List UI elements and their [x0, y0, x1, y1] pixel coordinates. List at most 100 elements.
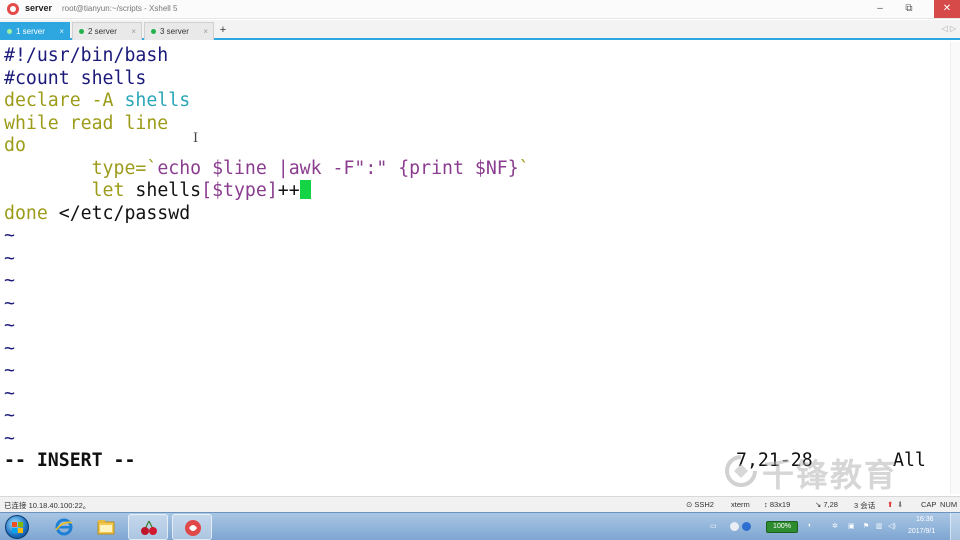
- system-tray: ▭ 100% ◐ ✲ ▣ ⚑ ▥ ◁) 16:36 2017/9/1: [708, 513, 960, 540]
- num-lock-indicator: NUM: [940, 500, 958, 509]
- cherry-icon: [141, 520, 157, 535]
- xshell-icon: [7, 3, 19, 15]
- code-token: [$type]: [201, 180, 278, 201]
- minimize-button[interactable]: –: [869, 0, 891, 18]
- session-tab-bar: 1 server × 2 server × 3 server × + ◁ ▷: [0, 20, 960, 40]
- terminal-type: xterm: [731, 500, 750, 509]
- help-icon[interactable]: [730, 522, 739, 531]
- code-line-5: do: [4, 135, 26, 156]
- empty-line-marker: ~: [4, 382, 15, 404]
- network-tray-icon[interactable]: [742, 522, 751, 531]
- terminal-area[interactable]: #!/usr/bin/bash #count shells declare -A…: [0, 42, 960, 496]
- vim-mode-indicator: -- INSERT --: [4, 450, 136, 471]
- empty-line-marker: ~: [4, 247, 15, 269]
- taskbar: ▭ 100% ◐ ✲ ▣ ⚑ ▥ ◁) 16:36 2017/9/1: [0, 512, 960, 540]
- empty-line-marker: ~: [4, 270, 15, 291]
- taskbar-xshell[interactable]: [172, 514, 212, 540]
- code-token: done: [4, 202, 59, 224]
- watermark: 千锋教育: [722, 450, 912, 494]
- windows-start-icon[interactable]: [5, 515, 29, 539]
- code-token: </etc/passwd: [58, 202, 191, 224]
- code-token: `: [518, 157, 530, 179]
- code-token: echo: [157, 157, 213, 179]
- clock-date[interactable]: 2017/9/1: [908, 528, 935, 535]
- taskbar-file-explorer[interactable]: [86, 514, 126, 540]
- internet-explorer-icon: [55, 518, 73, 536]
- vertical-scrollbar[interactable]: [950, 42, 960, 494]
- code-token: type=`: [91, 157, 158, 179]
- cursor-label: 7,28: [823, 500, 838, 509]
- connection-status: 已连接 10.18.40.100:22。: [4, 501, 91, 510]
- close-tab-icon[interactable]: ×: [203, 23, 208, 40]
- code-token: ":" {print $NF}: [354, 157, 519, 179]
- close-tab-icon[interactable]: ×: [131, 23, 136, 40]
- session-count: 3 会话: [854, 501, 876, 510]
- variable-shells: shells: [124, 90, 191, 111]
- code-token: shells: [135, 180, 202, 201]
- settings-icon[interactable]: ✲: [832, 522, 838, 530]
- terminal-size: ↕ 83x19: [764, 500, 791, 509]
- new-tab-button[interactable]: +: [216, 23, 230, 38]
- window-tab-label: server: [25, 3, 53, 13]
- taskbar-internet-explorer[interactable]: [44, 514, 84, 540]
- close-tab-icon[interactable]: ×: [59, 23, 64, 40]
- code-line-3: declare -A shells: [4, 90, 190, 113]
- empty-line-marker: ~: [4, 360, 15, 381]
- maximize-button[interactable]: ⧉: [898, 0, 920, 18]
- empty-line-marker: ~: [4, 292, 15, 314]
- volume-icon[interactable]: ◁): [888, 522, 896, 530]
- network-icon[interactable]: ▥: [876, 522, 883, 530]
- file-explorer-icon: [97, 520, 115, 535]
- keyword-declare: declare -A: [4, 90, 125, 111]
- size-label: 83x19: [769, 500, 791, 509]
- tab-scroll-arrows[interactable]: ◁ ▷: [941, 24, 956, 33]
- code-line-4: while read line: [4, 112, 169, 134]
- watermark-text: 千锋教育: [762, 457, 899, 493]
- code-token: $line |: [212, 157, 289, 179]
- caps-lock-indicator: CAP: [921, 500, 937, 509]
- mouse-icon[interactable]: ◐: [808, 522, 812, 529]
- code-line-2: #count shells: [4, 67, 147, 89]
- code-line-6: type=`echo $line |awk -F":" {print $NF}`: [4, 158, 530, 181]
- empty-line-marker: ~: [4, 225, 15, 246]
- connected-status-icon: [151, 29, 156, 35]
- empty-line-marker: ~: [4, 427, 15, 449]
- code-token: awk -F: [288, 157, 355, 179]
- code-line-8: done </etc/passwd: [4, 203, 190, 226]
- connected-status-icon: [7, 29, 12, 35]
- show-desktop-button[interactable]: [950, 513, 960, 540]
- empty-line-marker: ~: [4, 315, 15, 336]
- taskbar-cherry-app[interactable]: [128, 514, 168, 540]
- tab-label: 1 server: [16, 27, 45, 36]
- window-title: root@tianyun:~/scripts - Xshell 5: [62, 4, 178, 13]
- code-token: let: [91, 180, 136, 201]
- xshell-taskbar-icon: [185, 520, 201, 536]
- protocol-status: ⊙ SSH2: [686, 500, 714, 509]
- code-line-1: #!/usr/bin/bash: [4, 45, 169, 66]
- cursor-location: ↘ 7,28: [815, 500, 838, 509]
- tab-session-2[interactable]: 2 server ×: [72, 22, 142, 40]
- empty-line-marker: ~: [4, 405, 15, 426]
- keyboard-icon[interactable]: ▭: [710, 522, 717, 530]
- protocol-label: SSH2: [694, 500, 714, 509]
- text-cursor: [299, 180, 311, 199]
- tab-label: 2 server: [88, 27, 117, 36]
- flag-icon[interactable]: ⚑: [863, 522, 869, 530]
- tab-session-3[interactable]: 3 server ×: [144, 22, 214, 40]
- code-line-7: let shells[$type]++: [4, 180, 311, 203]
- screen-icon[interactable]: ▣: [848, 522, 855, 530]
- connected-status-icon: [79, 29, 84, 35]
- status-bar: 已连接 10.18.40.100:22。 ⊙ SSH2 xterm ↕ 83x1…: [0, 496, 960, 512]
- close-button[interactable]: ✕: [934, 0, 960, 18]
- download-arrow-icon: ⬇: [897, 500, 904, 509]
- watermark-logo-icon: [725, 455, 757, 487]
- battery-indicator[interactable]: 100%: [766, 521, 798, 533]
- upload-arrow-icon: ⬆: [887, 500, 894, 509]
- empty-line-marker: ~: [4, 337, 15, 359]
- clock-time[interactable]: 16:36: [916, 516, 934, 523]
- title-bar: server root@tianyun:~/scripts - Xshell 5…: [0, 0, 960, 19]
- tab-session-1[interactable]: 1 server ×: [0, 22, 70, 40]
- i-beam-cursor-icon: I: [193, 131, 199, 146]
